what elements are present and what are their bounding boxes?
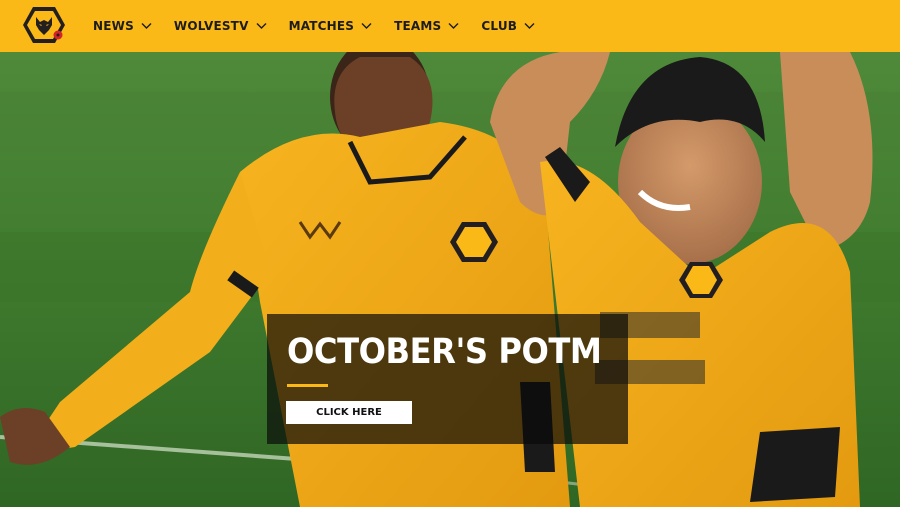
chevron-down-icon xyxy=(524,23,535,29)
nav-label: TEAMS xyxy=(394,19,442,33)
nav-item-wolvestv[interactable]: WOLVESTV xyxy=(174,19,267,33)
site-header: NEWS WOLVESTV MATCHES TEAMS CLUB xyxy=(0,0,900,52)
nav-item-matches[interactable]: MATCHES xyxy=(289,19,373,33)
headline-underline xyxy=(287,384,328,387)
chevron-down-icon xyxy=(361,23,372,29)
chevron-down-icon xyxy=(141,23,152,29)
click-here-button[interactable]: CLICK HERE xyxy=(286,401,412,424)
nav-item-club[interactable]: CLUB xyxy=(481,19,535,33)
hero-banner[interactable]: OCTOBER'S POTM CLICK HERE xyxy=(0,52,900,507)
wolves-crest-icon[interactable] xyxy=(22,5,66,45)
nav-label: MATCHES xyxy=(288,19,355,33)
nav-label: WOLVESTV xyxy=(173,19,249,33)
main-nav: NEWS WOLVESTV MATCHES TEAMS CLUB xyxy=(93,0,557,52)
hero-headline: OCTOBER'S POTM xyxy=(287,332,602,372)
nav-item-teams[interactable]: TEAMS xyxy=(394,19,459,33)
nav-label: CLUB xyxy=(481,19,518,33)
promo-overlay: OCTOBER'S POTM CLICK HERE xyxy=(267,314,628,444)
chevron-down-icon xyxy=(256,23,267,29)
chevron-down-icon xyxy=(448,23,459,29)
nav-label: NEWS xyxy=(93,19,134,33)
nav-item-news[interactable]: NEWS xyxy=(93,19,152,33)
